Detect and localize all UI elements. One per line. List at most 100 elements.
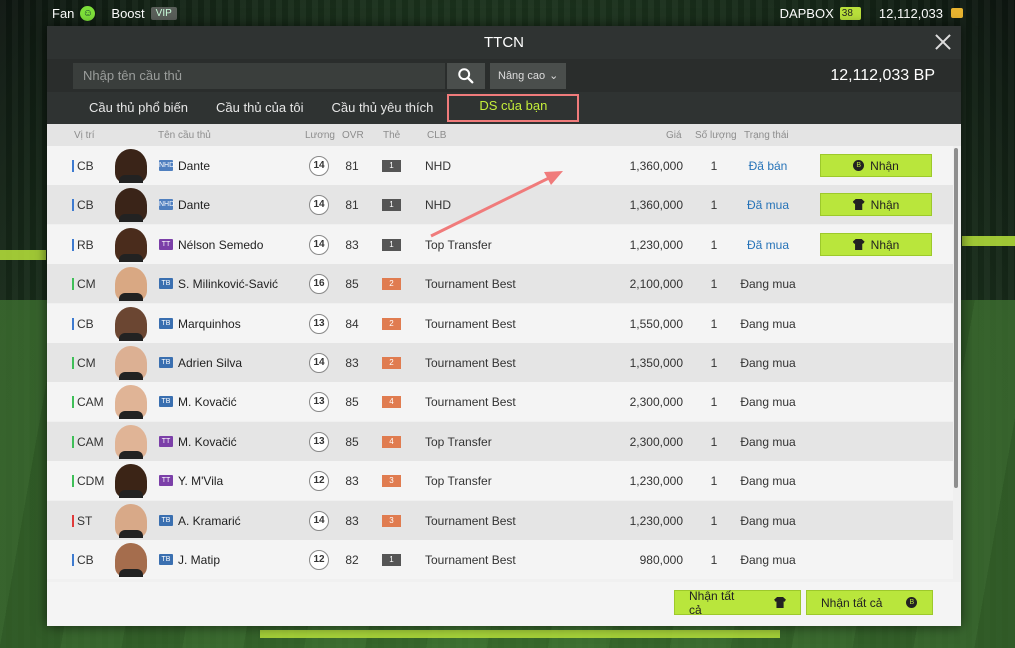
tab-your-list[interactable]: DS của bạn (447, 94, 580, 122)
player-row[interactable]: CB NHD Dante 14 81 1 NHD 1,360,000 1 Đã bán B Nhận (47, 146, 953, 185)
player-price: 1,230,000 (629, 513, 683, 528)
advanced-filter-button[interactable]: Nâng cao ⌄ (490, 62, 567, 89)
coin-icon: B (853, 160, 865, 171)
dapbox-count: 38 (839, 6, 861, 20)
coins-icon (951, 8, 963, 18)
upgrade-level-badge: 2 (382, 356, 401, 369)
player-row[interactable]: CAM TB M. Kovačić 13 85 4 Tournament Best 2,300… (47, 382, 953, 421)
col-quantity: Số lượng (695, 129, 737, 141)
claim-all-players-button[interactable]: Nhận tất cả (674, 589, 801, 617)
player-quantity: 1 (710, 197, 718, 212)
player-price: 1,360,000 (629, 197, 683, 212)
player-position: CM (72, 277, 96, 290)
player-price: 1,230,000 (629, 473, 683, 488)
pitch-ad-board (260, 630, 780, 638)
player-club: Tournament Best (425, 513, 516, 528)
salary-badge: 14 (309, 155, 329, 176)
player-club: Tournament Best (425, 355, 516, 370)
claim-button[interactable]: B Nhận (820, 154, 932, 177)
close-icon[interactable] (931, 30, 955, 54)
upgrade-level-badge: 2 (382, 317, 401, 330)
player-price: 1,350,000 (629, 355, 683, 370)
trade-status: Đã mua (746, 237, 790, 252)
player-name: Dante (178, 158, 211, 173)
claim-button[interactable]: Nhận (820, 233, 932, 256)
player-position: CB (72, 159, 94, 172)
upgrade-level-badge: 1 (382, 159, 401, 172)
player-quantity: 1 (710, 316, 718, 331)
modal-header: TTCN (47, 26, 961, 59)
player-position: CB (72, 317, 94, 330)
player-row[interactable]: RB TT Nélson Semedo 14 83 1 Top Transfer 1,230,… (47, 225, 953, 264)
trade-status: Đang mua (740, 276, 796, 291)
player-name: J. Matip (178, 552, 221, 567)
player-ovr: 82 (345, 552, 359, 567)
player-row[interactable]: CB TB J. Matip 12 82 1 Tournament Best 980,000 1… (47, 540, 953, 579)
boost-label[interactable]: Boost (111, 6, 144, 21)
player-row[interactable]: CM TB Adrien Silva 14 83 2 Tournament Best 1,35… (47, 343, 953, 382)
trade-status: Đã mua (746, 197, 790, 212)
search-input[interactable] (73, 62, 445, 89)
player-row[interactable]: CB NHD Dante 14 81 1 NHD 1,360,000 1 Đã mua Nhận (47, 185, 953, 224)
season-badge: TT (159, 436, 173, 447)
player-quantity: 1 (710, 434, 718, 449)
col-name: Tên cầu thủ (158, 129, 211, 141)
player-price: 1,550,000 (629, 316, 683, 331)
hud-currency: DAPBOX 38 12,112,033 (780, 6, 963, 21)
salary-badge: 12 (309, 470, 329, 491)
player-name: Nélson Semedo (178, 237, 264, 252)
tab-favorite-players[interactable]: Cầu thủ yêu thích (317, 92, 447, 124)
upgrade-level-badge: 4 (382, 395, 401, 408)
player-avatar (115, 543, 147, 577)
upgrade-level-badge: 1 (382, 198, 401, 211)
player-position: CDM (72, 474, 104, 487)
col-status: Trạng thái (744, 129, 789, 141)
player-row[interactable]: CAM TT M. Kovačić 13 85 4 Top Transfer 2,300,00… (47, 422, 953, 461)
col-price: Giá (666, 129, 682, 141)
smiley-icon[interactable]: ☺ (80, 5, 96, 21)
col-position: Vị trí (74, 129, 95, 141)
player-price: 980,000 (639, 552, 683, 567)
player-name: A. Kramarić (178, 513, 241, 528)
claim-button[interactable]: Nhận (820, 193, 932, 216)
claim-all-bp-label: Nhận tất cả (821, 595, 883, 610)
col-salary: Lương (305, 129, 335, 141)
player-quantity: 1 (710, 158, 718, 173)
bp-balance: 12,112,033 (878, 5, 943, 21)
column-header: Vị trí Tên cầu thủ Lương OVR Thẻ CLB Giá… (47, 124, 961, 146)
player-avatar (115, 464, 147, 498)
season-badge: TB (159, 357, 173, 368)
claim-all-bp-button[interactable]: Nhận tất cả B (806, 590, 933, 615)
player-club: Tournament Best (425, 394, 516, 409)
season-badge: TT (159, 475, 173, 486)
season-badge: TB (159, 318, 173, 329)
season-badge: TB (159, 278, 173, 289)
player-quantity: 1 (710, 552, 718, 567)
player-avatar (115, 188, 147, 222)
player-row[interactable]: ST TB A. Kramarić 14 83 3 Tournament Best 1,230… (47, 501, 953, 540)
player-position: CAM (72, 435, 104, 448)
tab-popular-players[interactable]: Cầu thủ phổ biến (75, 92, 202, 124)
player-price: 2,300,000 (629, 434, 683, 449)
player-row[interactable]: CB TB Marquinhos 13 84 2 Tournament Best 1,550,… (47, 304, 953, 343)
player-name: Adrien Silva (178, 355, 243, 370)
trade-status: Đang mua (740, 513, 796, 528)
col-ovr: OVR (342, 129, 364, 141)
player-avatar (115, 149, 147, 183)
pitch-ad-board (0, 250, 46, 260)
upgrade-level-badge: 3 (382, 474, 401, 487)
player-avatar (115, 425, 147, 459)
upgrade-level-badge: 1 (382, 553, 401, 566)
scrollbar[interactable] (954, 148, 958, 488)
player-ovr: 85 (345, 394, 359, 409)
tab-bar: Cầu thủ phổ biến Cầu thủ của tôi Cầu thủ… (47, 92, 961, 124)
player-name: M. Kovačić (178, 434, 237, 449)
claim-button-label: Nhận (870, 197, 900, 212)
tab-my-players[interactable]: Cầu thủ của tôi (202, 92, 317, 124)
player-row[interactable]: CM TB S. Milinković-Savić 16 85 2 Tournament B… (47, 264, 953, 303)
search-button[interactable] (447, 62, 485, 89)
player-name: S. Milinković-Savić (178, 276, 279, 291)
player-row[interactable]: CDM TT Y. M'Vila 12 83 3 Top Transfer 1,230,000… (47, 461, 953, 500)
player-ovr: 83 (345, 513, 359, 528)
player-ovr: 85 (345, 434, 359, 449)
